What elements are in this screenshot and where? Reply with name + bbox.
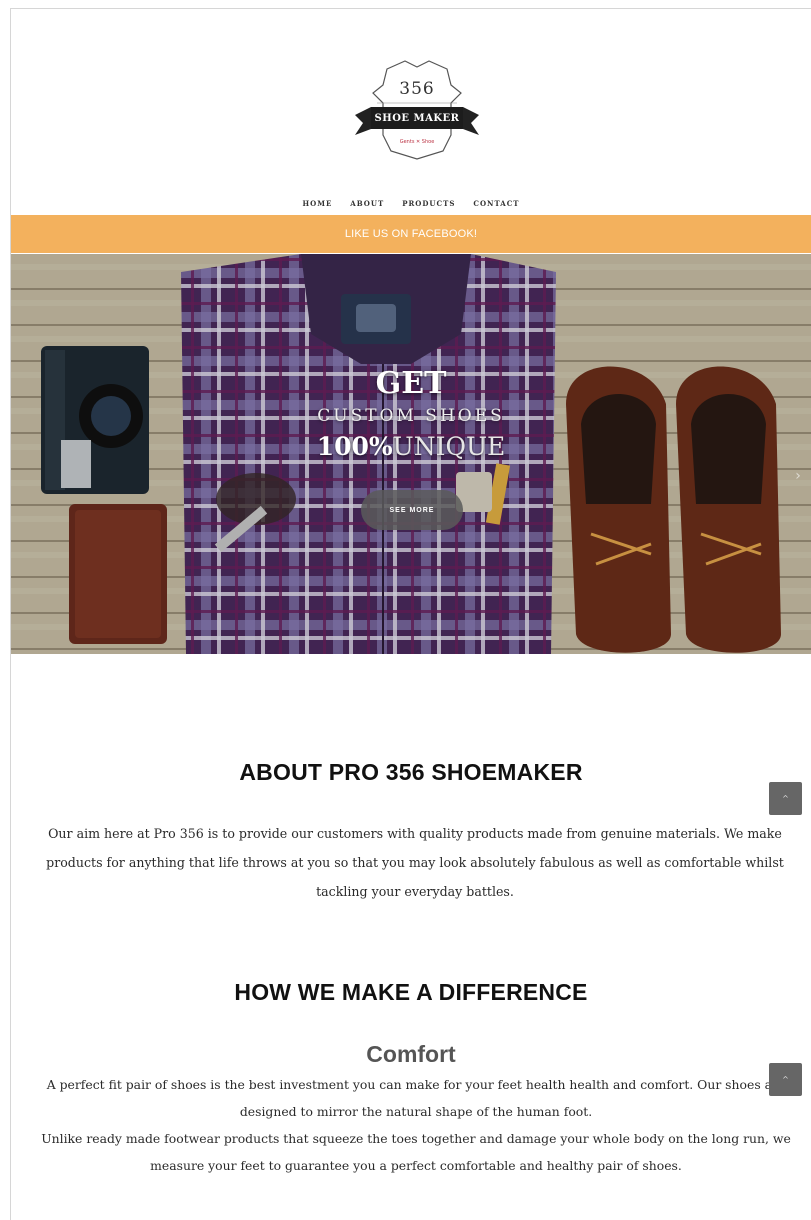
feature-title-comfort: Comfort xyxy=(366,1041,456,1067)
logo-badge-icon xyxy=(355,60,479,160)
feature-text-comfort-1: A perfect fit pair of shoes is the best … xyxy=(46,1077,786,1119)
nav-contact[interactable]: CONTACT xyxy=(473,199,519,208)
hero-heading: GET xyxy=(375,366,447,401)
scroll-to-top-button[interactable]: ^ xyxy=(769,1063,802,1096)
arrow-up-icon: ^ xyxy=(782,794,789,803)
see-more-button[interactable]: SEE MORE xyxy=(361,490,463,530)
feature-text-comfort: A perfect fit pair of shoes is the best … xyxy=(31,1071,801,1179)
logo-number: 356 xyxy=(399,79,435,99)
nav-products[interactable]: PRODUCTS xyxy=(402,199,455,208)
nav-home[interactable]: HOME xyxy=(303,199,333,208)
main-nav: HOME ABOUT PRODUCTS CONTACT xyxy=(11,199,811,208)
scroll-to-top-button[interactable]: ^ xyxy=(769,782,802,815)
logo[interactable]: 356 SHOE MAKER Gents ✕ Shoe xyxy=(347,55,487,165)
hero-slider: GET CUSTOM SHOES 100%UNIQUE SEE MORE › xyxy=(11,254,811,654)
logo-tagline: Gents ✕ Shoe xyxy=(399,139,435,145)
about-title: ABOUT PRO 356 SHOEMAKER xyxy=(239,759,583,785)
facebook-banner: LIKE US ON FACEBOOK! xyxy=(11,215,811,253)
logo-name: SHOE MAKER xyxy=(374,113,460,124)
hero-tagline-thin: UNIQUE xyxy=(392,432,506,461)
difference-title: HOW WE MAKE A DIFFERENCE xyxy=(234,979,588,1005)
facebook-link[interactable]: LIKE US ON FACEBOOK! xyxy=(345,228,477,240)
nav-about[interactable]: ABOUT xyxy=(350,199,384,208)
about-text: Our aim here at Pro 356 is to provide ou… xyxy=(46,826,784,899)
arrow-up-icon: ^ xyxy=(782,1075,789,1084)
hero-subheading: CUSTOM SHOES xyxy=(317,406,505,426)
feature-text-comfort-2: Unlike ready made footwear products that… xyxy=(41,1131,791,1173)
chevron-right-icon[interactable]: › xyxy=(789,468,807,490)
page-frame: 356 SHOE MAKER Gents ✕ Shoe HOME ABOUT P… xyxy=(10,8,811,1220)
hero-tagline-bold: 100% xyxy=(316,432,393,461)
hero-tagline: 100%UNIQUE xyxy=(11,432,811,461)
